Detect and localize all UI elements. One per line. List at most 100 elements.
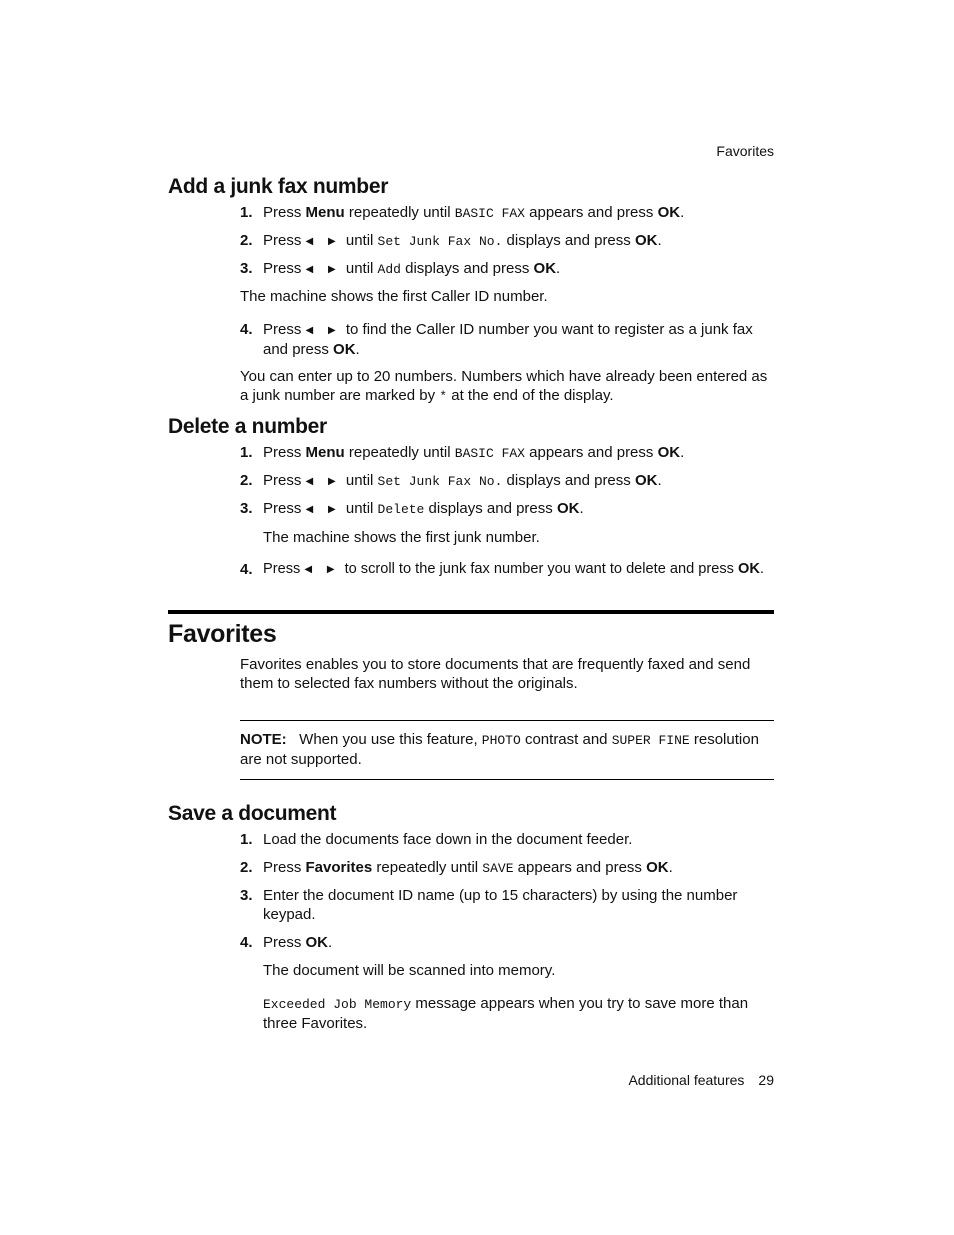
paragraph: The machine shows the first junk number.	[263, 529, 540, 546]
step-number: 2.	[240, 232, 253, 249]
step-item: 4. Press ◀ ▶ to find the Caller ID numbe…	[240, 320, 780, 359]
paragraph: The machine shows the first Caller ID nu…	[240, 288, 548, 305]
step-number: 1.	[240, 831, 253, 848]
text: displays and press	[502, 472, 635, 489]
step-item: 2. Press Favorites repeatedly until SAVE…	[240, 858, 780, 878]
paragraph: Favorites enables you to store documents…	[240, 656, 751, 692]
step-item: 3. Press ◀ ▶ until Add displays and pres…	[240, 259, 780, 279]
text: When you use this feature,	[286, 731, 482, 748]
text: .	[657, 472, 662, 489]
step-number: 1.	[240, 444, 253, 461]
display-text: Delete	[377, 502, 425, 517]
key-label: OK	[634, 232, 658, 249]
display-text: BASIC FAX	[454, 446, 525, 461]
step-item: 2. Press ◀ ▶ until Set Junk Fax No. disp…	[240, 231, 780, 251]
left-right-arrow-icon: ◀ ▶	[305, 264, 342, 275]
step-item: 1. Press Menu repeatedly until BASIC FAX…	[240, 203, 780, 223]
step-item: 1. Press Menu repeatedly until BASIC FAX…	[240, 443, 780, 463]
text: appears and press	[524, 444, 658, 461]
step-item: 3. Enter the document ID name (up to 15 …	[240, 886, 780, 924]
text: repeatedly until	[344, 444, 455, 461]
text: Press	[263, 260, 306, 277]
text: at the end of the display.	[447, 387, 614, 404]
text: repeatedly until	[372, 859, 483, 876]
step-item: 2. Press ◀ ▶ until Set Junk Fax No. disp…	[240, 471, 780, 491]
note-bottom-rule	[240, 779, 774, 780]
text: .	[668, 859, 673, 876]
text: .	[579, 500, 584, 517]
page-number: 29	[758, 1072, 774, 1088]
step-number: 1.	[240, 204, 253, 221]
section-title-delete-number: Delete a number	[168, 415, 327, 438]
note-label: NOTE:	[240, 731, 287, 748]
text: Press	[263, 561, 305, 577]
paragraph: The document will be scanned into memory…	[263, 962, 556, 979]
step-number: 4.	[240, 561, 253, 578]
text: displays and press	[424, 500, 557, 517]
step-item: 1. Load the documents face down in the d…	[240, 830, 780, 849]
display-text: SUPER FINE	[611, 733, 690, 748]
text: Press	[263, 232, 306, 249]
key-label: OK	[738, 561, 760, 577]
paragraph: Exceeded Job Memory message appears when…	[263, 994, 774, 1033]
key-label: Menu	[305, 444, 345, 461]
text: until	[341, 500, 378, 517]
text: .	[328, 934, 333, 951]
section-title-save-document: Save a document	[168, 802, 337, 825]
text: .	[657, 232, 662, 249]
text: .	[680, 444, 685, 461]
step-item: 4. Press ◀ ▶ to scroll to the junk fax n…	[240, 560, 780, 579]
text: appears and press	[524, 204, 658, 221]
text: .	[355, 341, 360, 358]
key-label: OK	[333, 341, 356, 358]
text: .	[759, 561, 764, 577]
text: to scroll to the junk fax number you wan…	[340, 561, 739, 577]
key-label: OK	[657, 444, 681, 461]
key-label: OK	[646, 859, 669, 876]
step-number: 3.	[240, 260, 253, 277]
step-number: 2.	[240, 472, 253, 489]
text: .	[556, 260, 561, 277]
display-text: Set Junk Fax No.	[377, 474, 503, 489]
key-label: OK	[533, 260, 557, 277]
footer-label: Additional features	[628, 1072, 745, 1088]
chapter-title-favorites: Favorites	[168, 620, 277, 648]
key-label: OK	[634, 472, 658, 489]
key-label: Menu	[305, 204, 345, 221]
left-right-arrow-icon: ◀ ▶	[305, 325, 342, 336]
step-item: 3. Press ◀ ▶ until Delete displays and p…	[240, 499, 780, 519]
text: displays and press	[502, 232, 635, 249]
text: Load the documents face down in the docu…	[263, 831, 633, 848]
text: until	[341, 260, 378, 277]
text: Press	[263, 934, 306, 951]
display-text: Set Junk Fax No.	[377, 234, 503, 249]
text: appears and press	[513, 859, 647, 876]
key-label: OK	[305, 934, 329, 951]
chapter-divider	[168, 610, 774, 614]
text: contrast and	[520, 731, 612, 748]
paragraph: You can enter up to 20 numbers. Numbers …	[240, 367, 774, 406]
step-number: 3.	[240, 887, 253, 904]
text: Press	[263, 500, 306, 517]
text: Press	[263, 472, 306, 489]
text: until	[341, 232, 378, 249]
text: Enter the document ID name (up to 15 cha…	[263, 887, 738, 923]
step-number: 3.	[240, 500, 253, 517]
key-label: OK	[657, 204, 681, 221]
text: until	[341, 472, 378, 489]
text: Press	[263, 204, 306, 221]
note-top-rule	[240, 720, 774, 721]
key-label: OK	[556, 500, 580, 517]
text: Press	[263, 444, 306, 461]
display-text: Exceeded Job Memory	[263, 997, 412, 1012]
display-text: Add	[377, 262, 401, 277]
display-text: BASIC FAX	[454, 206, 525, 221]
running-header: Favorites	[716, 143, 774, 159]
step-number: 4.	[240, 321, 253, 338]
key-label: Favorites	[305, 859, 373, 876]
step-number: 2.	[240, 859, 253, 876]
text: Press	[263, 859, 306, 876]
left-right-arrow-icon: ◀ ▶	[305, 236, 342, 247]
display-text: PHOTO	[481, 733, 521, 748]
display-text: SAVE	[482, 861, 514, 876]
